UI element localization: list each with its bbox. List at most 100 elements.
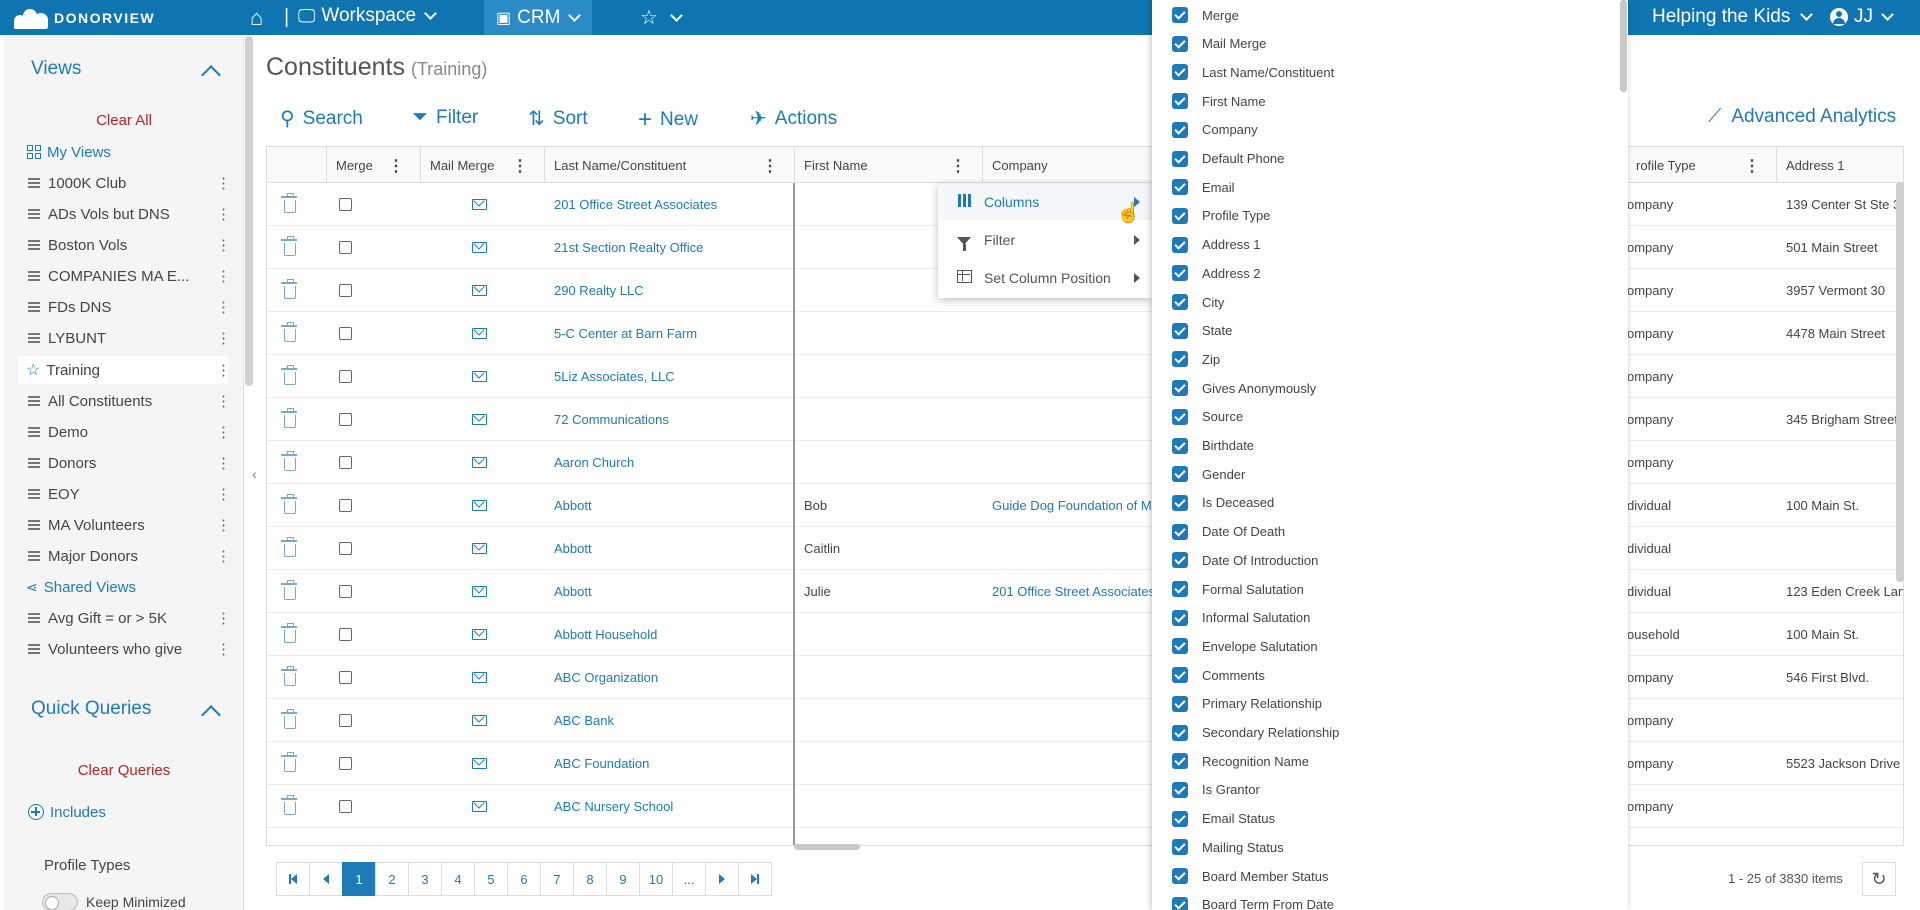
company-cell[interactable] xyxy=(983,656,1153,699)
merge-checkbox[interactable] xyxy=(339,327,352,340)
last-name-cell[interactable]: Aaron Church xyxy=(545,441,795,484)
checked-checkbox-icon[interactable] xyxy=(1172,810,1188,827)
trash-icon[interactable] xyxy=(281,709,297,729)
trash-icon[interactable] xyxy=(281,494,297,514)
page-button[interactable]: 1 xyxy=(342,862,376,896)
checked-checkbox-icon[interactable] xyxy=(1172,667,1188,684)
company-cell[interactable] xyxy=(983,441,1153,484)
user-menu[interactable]: JJ xyxy=(1830,6,1894,28)
checked-checkbox-icon[interactable] xyxy=(1172,581,1188,597)
my-views-item[interactable]: My Views xyxy=(18,138,228,166)
checked-checkbox-icon[interactable] xyxy=(1172,494,1188,511)
chevron-up-icon[interactable] xyxy=(201,705,221,725)
checked-checkbox-icon[interactable] xyxy=(1172,638,1188,655)
last-name-cell[interactable]: 72 Communications xyxy=(545,398,795,441)
mail-icon[interactable] xyxy=(472,715,487,726)
checked-checkbox-icon[interactable] xyxy=(1172,437,1188,454)
more-options-icon[interactable]: ⋮ xyxy=(216,392,231,410)
last-name-cell[interactable]: ABC Organization xyxy=(545,656,795,699)
checked-checkbox-icon[interactable] xyxy=(1172,150,1188,167)
last-name-cell[interactable]: Abbott xyxy=(545,527,795,570)
checked-checkbox-icon[interactable] xyxy=(1172,868,1188,884)
table-row[interactable]: 72 Communications ompany 345 Brigham Stree… xyxy=(267,398,1903,441)
search-button[interactable]: ⚲ Search xyxy=(280,106,363,131)
sidebar-item-view[interactable]: 1000K Club ⋮ xyxy=(18,169,231,197)
filter-menu-item[interactable]: Filter xyxy=(938,222,1152,258)
mail-icon[interactable] xyxy=(472,328,487,339)
more-options-icon[interactable]: ⋮ xyxy=(216,547,231,565)
company-cell[interactable]: 201 Office Street Associates xyxy=(983,570,1153,613)
more-options-icon[interactable]: ⋮ xyxy=(216,361,231,379)
checked-checkbox-icon[interactable] xyxy=(1172,839,1188,856)
mail-icon[interactable] xyxy=(472,543,487,554)
mail-icon[interactable] xyxy=(472,500,487,511)
page-button[interactable]: 4 xyxy=(441,862,475,896)
mail-icon[interactable] xyxy=(472,457,487,468)
column-menu-icon[interactable]: ⋮ xyxy=(1744,156,1760,176)
favorites-menu[interactable]: ☆ xyxy=(640,5,683,30)
last-name-cell[interactable]: 5-C Center at Barn Farm xyxy=(545,312,795,355)
more-options-icon[interactable]: ⋮ xyxy=(216,516,231,534)
sidebar-item-view[interactable]: Major Donors ⋮ xyxy=(18,542,231,570)
trash-icon[interactable] xyxy=(281,537,297,557)
set-column-position-menu-item[interactable]: Set Column Position xyxy=(938,260,1152,296)
more-options-icon[interactable]: ⋮ xyxy=(216,609,231,627)
last-name-cell[interactable]: ABC Nursery School xyxy=(545,785,795,828)
grid-vertical-scrollbar[interactable] xyxy=(1896,182,1904,582)
organization-menu[interactable]: Helping the Kids xyxy=(1652,6,1814,28)
actions-button[interactable]: ✈ Actions xyxy=(750,106,837,131)
column-toggle-item[interactable]: Birthdate xyxy=(1172,435,1254,457)
column-header-address1[interactable]: Address 1 xyxy=(1777,147,1903,183)
column-toggle-item[interactable]: Mail Merge xyxy=(1172,33,1266,55)
checked-checkbox-icon[interactable] xyxy=(1172,236,1188,253)
sidebar-item-view[interactable]: EOY ⋮ xyxy=(18,480,231,508)
merge-checkbox[interactable] xyxy=(339,585,352,598)
last-name-cell[interactable]: 201 Office Street Associates xyxy=(545,183,795,226)
column-toggle-item[interactable]: Profile Type xyxy=(1172,205,1270,227)
merge-checkbox[interactable] xyxy=(339,499,352,512)
checked-checkbox-icon[interactable] xyxy=(1172,351,1188,368)
mail-icon[interactable] xyxy=(472,414,487,425)
trash-icon[interactable] xyxy=(281,236,297,256)
column-toggle-item[interactable]: Gives Anonymously xyxy=(1172,377,1316,399)
sidebar-item-view[interactable]: All Constituents ⋮ xyxy=(18,387,231,415)
column-toggle-item[interactable]: Is Deceased xyxy=(1172,492,1274,514)
sidebar-item-view[interactable]: COMPANIES MA E... ⋮ xyxy=(18,262,231,290)
column-toggle-item[interactable]: Zip xyxy=(1172,348,1220,370)
checked-checkbox-icon[interactable] xyxy=(1172,294,1188,310)
collapse-sidebar-icon[interactable]: ‹ xyxy=(252,466,257,482)
sidebar-scrollbar[interactable] xyxy=(245,36,253,386)
last-name-cell[interactable]: ABC Bank xyxy=(545,699,795,742)
page-button[interactable]: 10 xyxy=(639,862,673,896)
shared-views-item[interactable]: ⋖ Shared Views xyxy=(18,573,228,601)
checked-checkbox-icon[interactable] xyxy=(1172,380,1188,397)
previous-page-button[interactable] xyxy=(309,862,343,896)
column-menu-icon[interactable]: ⋮ xyxy=(950,156,966,176)
donorview-logo[interactable]: DONORVIEW xyxy=(14,6,155,30)
column-header-mail-merge[interactable]: Mail Merge ⋮ xyxy=(421,147,545,183)
last-name-cell[interactable]: 290 Realty LLC xyxy=(545,269,795,312)
company-cell[interactable]: Guide Dog Foundation of M xyxy=(983,484,1153,527)
crm-menu[interactable]: ▣ CRM xyxy=(484,0,592,35)
trash-icon[interactable] xyxy=(281,365,297,385)
mail-icon[interactable] xyxy=(472,586,487,597)
chevron-up-icon[interactable] xyxy=(201,65,221,85)
company-cell[interactable] xyxy=(983,785,1153,828)
includes-item[interactable]: Includes xyxy=(18,798,228,826)
checked-checkbox-icon[interactable] xyxy=(1172,695,1188,712)
page-button[interactable]: 9 xyxy=(606,862,640,896)
checked-checkbox-icon[interactable] xyxy=(1172,121,1188,138)
sidebar-item-view[interactable]: LYBUNT ⋮ xyxy=(18,324,231,352)
columns-panel-scrollbar[interactable] xyxy=(1620,0,1627,92)
more-options-icon[interactable]: ⋮ xyxy=(216,267,231,285)
column-toggle-item[interactable]: Company xyxy=(1172,119,1258,141)
column-header-merge[interactable]: Merge ⋮ xyxy=(327,147,421,183)
trash-icon[interactable] xyxy=(281,623,297,643)
checked-checkbox-icon[interactable] xyxy=(1172,781,1188,798)
refresh-icon[interactable]: ↻ xyxy=(1862,862,1896,896)
checked-checkbox-icon[interactable] xyxy=(1172,408,1188,425)
more-options-icon[interactable]: ⋮ xyxy=(216,640,231,658)
column-toggle-item[interactable]: Address 1 xyxy=(1172,234,1261,256)
next-page-button[interactable] xyxy=(705,862,739,896)
company-cell[interactable] xyxy=(983,398,1153,441)
